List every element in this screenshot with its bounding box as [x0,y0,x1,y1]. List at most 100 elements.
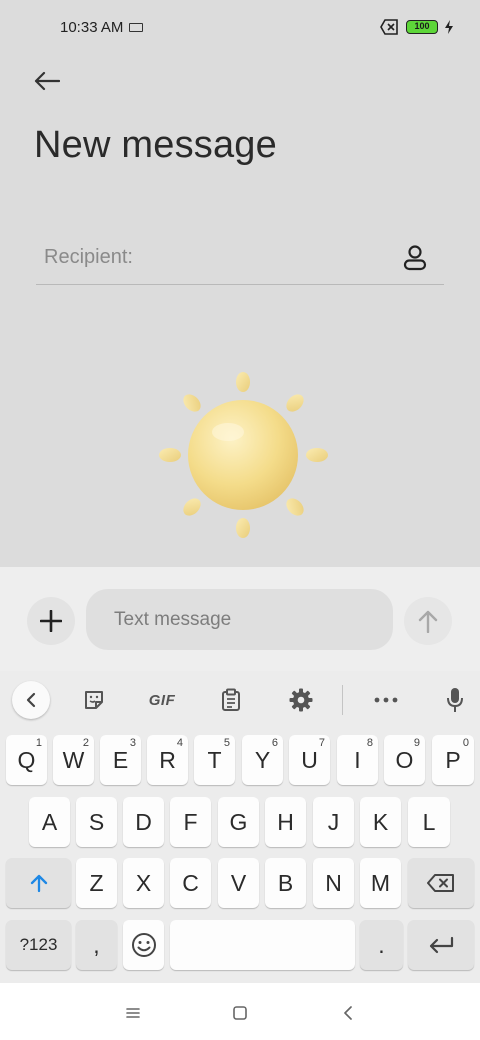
key-hint: 9 [413,737,420,749]
key-label: P [445,746,461,773]
key-hint: 6 [271,737,278,749]
key-e[interactable]: E3 [100,735,141,785]
keyboard-settings-button[interactable] [283,681,319,719]
key-hint: 8 [366,737,373,749]
arrow-left-icon [34,71,60,91]
battery-icon: 100 [406,20,438,34]
key-label: Y [254,746,271,773]
key-label: L [422,808,436,835]
key-s[interactable]: S [76,797,117,847]
collapse-toolbar-button[interactable] [12,681,50,719]
contact-picker-button[interactable] [400,242,430,272]
sticker-icon [85,691,103,709]
keyboard: GIF Q 1 W 2 E 3 R 4 T 5 Y 6 U 7 I 8 O 9 … [0,671,480,983]
nav-back-button[interactable] [334,999,362,1027]
key-label: B [277,869,294,896]
key-r[interactable]: R4 [147,735,188,785]
key-label: X [135,869,152,896]
key-label: , [93,931,100,958]
gif-button[interactable]: GIF [141,681,183,719]
message-input[interactable] [86,589,393,650]
send-button[interactable] [404,597,452,645]
clipboard-icon [222,688,240,711]
shift-arrow-icon [30,874,47,893]
key-label: A [41,808,58,835]
key-o[interactable]: O9 [384,735,425,785]
key-m[interactable]: M [360,858,401,908]
status-time: 10:33 AM [60,19,124,36]
key-n[interactable]: N [313,858,354,908]
keyboard-toolbar: GIF [0,671,480,729]
shift-key[interactable] [6,858,71,908]
status-bar: 10:33 AM 100 [0,0,480,56]
key-label: Z [89,869,104,896]
emoji-key[interactable] [123,920,164,970]
key-w[interactable]: W2 [53,735,94,785]
key-f[interactable]: F [170,797,211,847]
gif-label: GIF [148,691,176,709]
key-label: R [159,746,176,773]
enter-icon [429,936,454,954]
backspace-key[interactable] [408,858,474,908]
sticker-button[interactable] [76,681,112,719]
space-key[interactable] [170,920,355,970]
key-x[interactable]: X [123,858,164,908]
back-button[interactable] [30,64,64,98]
period-key[interactable]: . [360,920,403,970]
key-label: D [135,808,152,835]
key-v[interactable]: V [218,858,259,908]
key-hint: 0 [462,737,469,749]
compose-bar [0,567,480,671]
key-g[interactable]: G [218,797,259,847]
key-b[interactable]: B [265,858,306,908]
microphone-icon [447,688,463,712]
more-button[interactable] [368,681,404,719]
charging-icon [445,20,453,34]
key-label: E [112,746,129,773]
key-label: G [229,808,248,835]
key-d[interactable]: D [123,797,164,847]
key-label: Q [17,746,36,773]
page-title: New message [34,124,277,166]
status-icons: 100 [380,19,454,35]
voice-input-button[interactable] [437,681,473,719]
key-k[interactable]: K [360,797,401,847]
key-label: K [372,808,389,835]
key-label: . [378,931,385,958]
clipboard-button[interactable] [213,681,249,719]
add-attachment-button[interactable] [27,597,75,645]
key-label: V [230,869,247,896]
plus-icon [40,610,62,632]
key-c[interactable]: C [170,858,211,908]
key-z[interactable]: Z [76,858,117,908]
key-label: W [62,746,85,773]
key-j[interactable]: J [313,797,354,847]
key-hint: 1 [35,737,42,749]
comma-key[interactable]: , [76,920,117,970]
symbols-key[interactable]: ?123 [6,920,71,970]
key-p[interactable]: P0 [432,735,474,785]
recipient-label: Recipient: [44,246,133,268]
gear-icon [289,688,313,712]
person-icon [403,245,427,271]
key-y[interactable]: Y6 [242,735,283,785]
home-button[interactable] [226,999,254,1027]
system-nav-bar [0,983,480,1040]
key-u[interactable]: U7 [289,735,330,785]
key-t[interactable]: T5 [194,735,235,785]
key-hint: 2 [82,737,89,749]
key-h[interactable]: H [265,797,306,847]
key-i[interactable]: I8 [337,735,378,785]
key-a[interactable]: A [29,797,70,847]
enter-key[interactable] [408,920,474,970]
key-label: U [301,746,318,773]
key-label: M [370,869,391,896]
recents-button[interactable] [119,999,147,1027]
symbols-label: ?123 [19,935,58,954]
keyboard-icon [129,23,143,32]
key-label: O [395,746,414,773]
key-l[interactable]: L [408,797,450,847]
back-chevron-icon [344,1006,352,1020]
recipient-field[interactable]: Recipient: [36,236,444,285]
key-q[interactable]: Q1 [6,735,47,785]
